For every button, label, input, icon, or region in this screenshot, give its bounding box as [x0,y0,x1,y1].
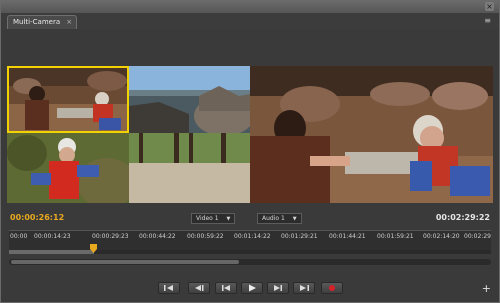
timeline-progress [9,250,94,254]
camera-2-thumbnail[interactable] [129,66,250,133]
video-track-dropdown[interactable]: Video 1 ▼ [191,213,236,224]
ruler-tick: 00:01:44:21 [329,233,366,240]
ruler-tick: 00:01:29:21 [281,233,318,240]
record-button[interactable] [321,282,343,294]
ruler-tick: 00:01:59:21 [377,233,414,240]
program-image [250,66,493,203]
camera-4-thumbnail[interactable] [129,133,250,203]
play-icon [249,284,256,292]
ruler-tick: 00:02:14:20 [423,233,460,240]
close-icon[interactable]: × [485,2,494,11]
step-back-icon [195,285,204,291]
play-button[interactable] [241,282,263,294]
scrollbar-thumb[interactable] [11,260,239,264]
go-to-in-button[interactable] [158,282,180,294]
ruler-tick: 00:00 [10,233,28,240]
ruler-tick: 00:02:29 [464,233,491,240]
camera-3-thumbnail[interactable] [7,133,129,203]
step-back-frame-icon [222,285,230,291]
camera-2-image [129,66,250,133]
title-bar: × [1,1,499,13]
video-track-label: Video 1 [196,215,219,222]
timeline-track[interactable] [9,250,491,254]
go-to-in-icon [164,285,173,291]
duration-timecode: 00:02:29:22 [435,213,490,222]
ruler-tick: 00:01:14:22 [234,233,271,240]
zoom-scrollbar[interactable] [9,259,491,265]
step-forward-button[interactable] [267,282,289,294]
ruler-tick: 00:00:59:22 [187,233,224,240]
camera-1-thumbnail[interactable] [7,66,129,133]
ruler-tick: 00:00:44:22 [139,233,176,240]
tab-label: Multi-Camera [13,18,61,26]
audio-track-dropdown[interactable]: Audio 1 ▼ [257,213,302,224]
add-button[interactable]: + [482,283,491,294]
tab-close-icon[interactable]: × [66,16,72,29]
multi-camera-window: × Multi-Camera × ≡ 00:00:26:12 00:02:29:… [0,0,500,303]
camera-3-image [7,133,129,203]
audio-track-label: Audio 1 [262,215,285,222]
panel-menu-icon[interactable]: ≡ [484,17,491,25]
record-icon [329,285,335,291]
tab-bar: Multi-Camera × ≡ [1,13,499,30]
chevron-down-icon: ▼ [292,216,297,222]
chevron-down-icon: ▼ [226,216,231,222]
step-forward-icon [274,285,282,291]
ruler-tick: 00:00:14:23 [34,233,71,240]
step-back-button[interactable] [188,282,210,294]
camera-4-image [129,133,250,203]
go-to-out-icon [300,285,309,291]
tab-multi-camera[interactable]: Multi-Camera × [7,15,78,29]
program-monitor[interactable] [250,66,493,203]
current-timecode[interactable]: 00:00:26:12 [10,213,64,222]
camera-1-image [7,66,129,133]
step-back-frame-button[interactable] [215,282,237,294]
ruler-tick: 00:00:29:23 [92,233,129,240]
transport-controls [1,282,499,294]
go-to-out-button[interactable] [293,282,315,294]
playhead-icon[interactable] [90,244,98,253]
